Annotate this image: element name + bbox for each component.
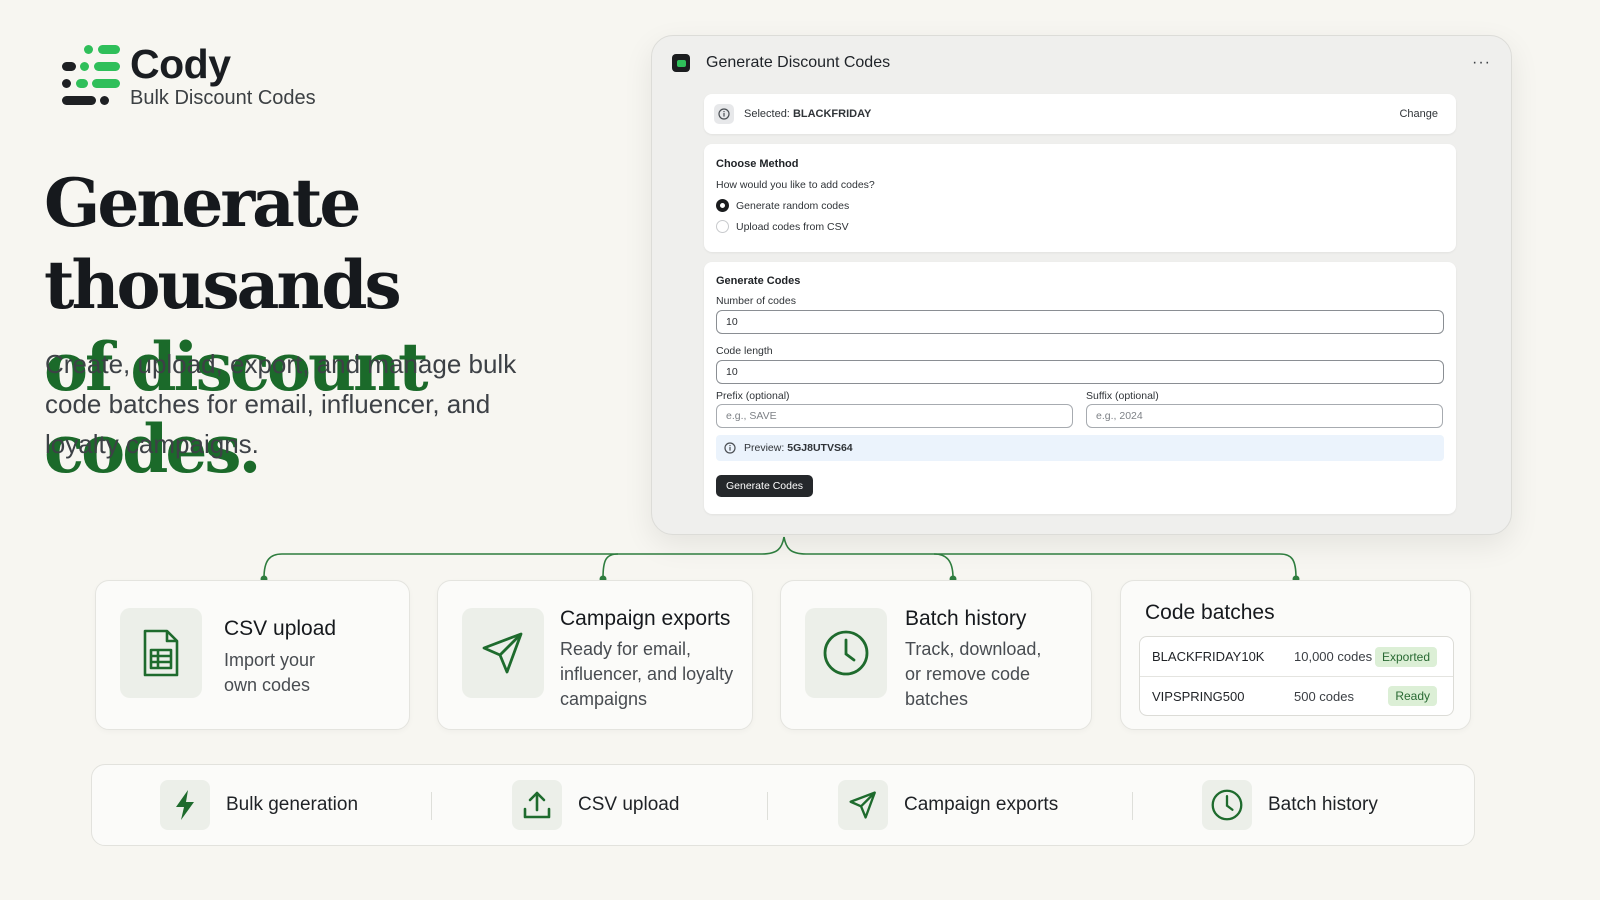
- hero-subtitle: Create, upload, export, and manage bulk …: [45, 349, 517, 459]
- table-row[interactable]: BLACKFRIDAY10K 10,000 codes Exported: [1140, 637, 1453, 676]
- batch-name: BLACKFRIDAY10K: [1152, 649, 1265, 664]
- generate-codes-button[interactable]: Generate Codes: [716, 475, 814, 497]
- code-batches-title: Code batches: [1145, 601, 1275, 624]
- preview-value: 5GJ8UTVS64: [787, 442, 853, 454]
- feature-desc-line: batches: [905, 689, 969, 709]
- strip-label: Campaign exports: [904, 794, 1059, 815]
- ellipsis-icon[interactable]: ···: [1472, 54, 1491, 72]
- clock-icon: [1202, 780, 1252, 830]
- feature-title: CSV upload: [224, 617, 337, 640]
- prefix-input[interactable]: e.g., SAVE: [716, 404, 1073, 428]
- cody-logo-icon: [62, 44, 120, 107]
- feature-card-csv-upload: CSV upload Import your own codes: [95, 580, 410, 730]
- suffix-label: Suffix (optional): [1086, 390, 1159, 402]
- hero-title-line1: Generate thousands: [44, 164, 402, 324]
- number-of-codes-label: Number of codes: [716, 295, 796, 307]
- paper-plane-icon: [462, 608, 544, 698]
- method-heading: Choose Method: [716, 158, 799, 170]
- info-icon: [724, 442, 736, 454]
- feature-card-batch-history: Batch history Track, download, or remove…: [780, 580, 1092, 730]
- feature-title: Batch history: [905, 607, 1027, 630]
- method-question: How would you like to add codes?: [716, 179, 875, 191]
- code-length-input[interactable]: 10: [716, 360, 1444, 384]
- choose-method-card: Choose Method How would you like to add …: [704, 144, 1456, 252]
- strip-item-campaign-exports: Campaign exports: [838, 780, 1058, 830]
- lightning-bolt-icon: [160, 780, 210, 830]
- strip-item-batch-history: Batch history: [1202, 780, 1378, 830]
- info-icon: [714, 104, 734, 124]
- status-badge: Ready: [1388, 686, 1437, 706]
- strip-divider: [1132, 792, 1133, 820]
- app-window: Generate Discount Codes ··· Selected: BL…: [651, 35, 1512, 535]
- radio-label: Generate random codes: [736, 199, 850, 212]
- brand-logo: Cody Bulk Discount Codes: [62, 42, 316, 109]
- code-preview: Preview: 5GJ8UTVS64: [716, 435, 1444, 461]
- radio-button-unchecked[interactable]: [716, 220, 729, 233]
- brand-name: Cody: [130, 41, 231, 87]
- selected-value: BLACKFRIDAY: [792, 108, 872, 120]
- feature-desc-line: or remove code: [905, 664, 1031, 684]
- feature-strip: Bulk generation CSV upload Campaign expo…: [91, 764, 1475, 846]
- selected-discount-text: Selected: BLACKFRIDAY: [744, 108, 871, 120]
- feature-desc-line: campaigns: [560, 689, 648, 709]
- clock-icon: [805, 608, 887, 698]
- brand-tagline: Bulk Discount Codes: [130, 87, 316, 109]
- status-badge: Exported: [1374, 646, 1437, 667]
- radio-upload-csv[interactable]: Upload codes from CSV: [716, 220, 1444, 233]
- strip-label: CSV upload: [578, 794, 680, 815]
- strip-divider: [431, 792, 432, 820]
- change-button[interactable]: Change: [1399, 108, 1438, 120]
- generate-heading: Generate Codes: [716, 275, 801, 287]
- window-header: Generate Discount Codes ···: [672, 52, 1491, 74]
- spreadsheet-file-icon: [120, 608, 202, 698]
- strip-label: Batch history: [1268, 794, 1378, 815]
- feature-desc-line: own codes: [224, 675, 311, 695]
- strip-item-csv-upload: CSV upload: [512, 780, 679, 830]
- feature-desc-line: Track, download,: [905, 639, 1042, 659]
- code-batches-card: Code batches BLACKFRIDAY10K 10,000 codes…: [1120, 580, 1471, 730]
- radio-generate-random[interactable]: Generate random codes: [716, 199, 1444, 212]
- selected-label: Selected:: [744, 108, 790, 120]
- table-row[interactable]: VIPSPRING500 500 codes Ready: [1140, 676, 1453, 715]
- selected-discount-card: Selected: BLACKFRIDAY Change: [704, 94, 1456, 134]
- batch-count: 10,000 codes: [1294, 649, 1373, 664]
- feature-desc-line: Import your: [224, 650, 316, 670]
- code-length-label: Code length: [716, 345, 773, 357]
- upload-icon: [512, 780, 562, 830]
- paper-plane-icon: [838, 780, 888, 830]
- strip-item-bulk-generation: Bulk generation: [160, 780, 358, 830]
- preview-label: Preview:: [744, 442, 785, 454]
- radio-button-checked[interactable]: [716, 199, 729, 212]
- window-title: Generate Discount Codes: [706, 54, 891, 71]
- batch-count: 500 codes: [1294, 688, 1354, 704]
- batch-name: VIPSPRING500: [1152, 688, 1245, 704]
- suffix-input[interactable]: e.g., 2024: [1086, 404, 1443, 428]
- feature-title: Campaign exports: [560, 607, 731, 630]
- strip-label: Bulk generation: [226, 794, 359, 815]
- feature-desc-line: Ready for email,: [560, 639, 692, 659]
- radio-label: Upload codes from CSV: [736, 220, 849, 233]
- number-of-codes-input[interactable]: 10: [716, 310, 1444, 334]
- app-icon: [672, 54, 690, 72]
- feature-desc-line: influencer, and loyalty: [560, 664, 734, 684]
- prefix-label: Prefix (optional): [716, 390, 790, 402]
- generate-codes-card: Generate Codes Number of codes 10 Code l…: [704, 262, 1456, 514]
- code-batches-table: BLACKFRIDAY10K 10,000 codes Exported VIP…: [1139, 636, 1454, 716]
- feature-card-campaign-exports: Campaign exports Ready for email, influe…: [437, 580, 753, 730]
- strip-divider: [767, 792, 768, 820]
